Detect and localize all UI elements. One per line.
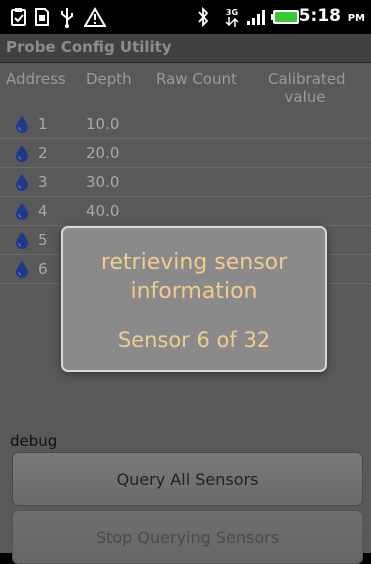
warning-icon: [84, 6, 106, 28]
clock-time: 5:18: [298, 6, 341, 26]
sensor-row[interactable]: 3 30.0: [0, 168, 371, 196]
sensor-address: 1: [38, 115, 48, 133]
column-header-address: Address: [6, 70, 66, 88]
column-header-calibrated: Calibrated value: [268, 70, 346, 106]
dialog-message: retrieving sensor information: [100, 250, 288, 304]
sensor-address: 2: [38, 144, 48, 162]
sensor-address: 6: [38, 260, 48, 278]
sensor-depth: 40.0: [86, 202, 120, 220]
query-all-sensors-button[interactable]: Query All Sensors: [12, 452, 363, 506]
usb-icon: [58, 6, 76, 28]
clock-ampm: PM: [347, 13, 365, 24]
clipboard-icon: [10, 6, 26, 28]
sensor-depth: 20.0: [86, 144, 120, 162]
signal-icon: [246, 6, 266, 28]
sensor-depth: 30.0: [86, 173, 120, 191]
water-drop-icon: [16, 116, 28, 133]
column-header-depth: Depth: [86, 70, 132, 88]
progress-dialog: retrieving sensor information Sensor 6 o…: [61, 226, 327, 372]
dialog-progress: Sensor 6 of 32: [117, 328, 271, 352]
status-bar: 3G 5:18 PM: [0, 0, 371, 34]
app-title: Probe Config Utility: [6, 38, 172, 56]
title-bar: Probe Config Utility: [0, 34, 371, 63]
bluetooth-icon: [196, 6, 210, 28]
sensor-row[interactable]: 2 20.0: [0, 139, 371, 167]
data-3g-icon: 3G: [224, 6, 240, 28]
sensor-address: 3: [38, 173, 48, 191]
water-drop-icon: [16, 261, 28, 278]
debug-label: debug: [10, 432, 58, 450]
sensor-address: 4: [38, 202, 48, 220]
sensor-row[interactable]: 1 10.0: [0, 110, 371, 138]
water-drop-icon: [16, 145, 28, 162]
water-drop-icon: [16, 174, 28, 191]
sd-card-icon: [34, 6, 50, 28]
column-header-raw-count: Raw Count: [156, 70, 237, 88]
water-drop-icon: [16, 232, 28, 249]
sensor-row[interactable]: 4 40.0: [0, 197, 371, 225]
sensor-address: 5: [38, 231, 48, 249]
stop-querying-sensors-button[interactable]: Stop Querying Sensors: [12, 510, 363, 564]
water-drop-icon: [16, 203, 28, 220]
sensor-depth: 10.0: [86, 115, 120, 133]
battery-icon: [270, 6, 300, 28]
